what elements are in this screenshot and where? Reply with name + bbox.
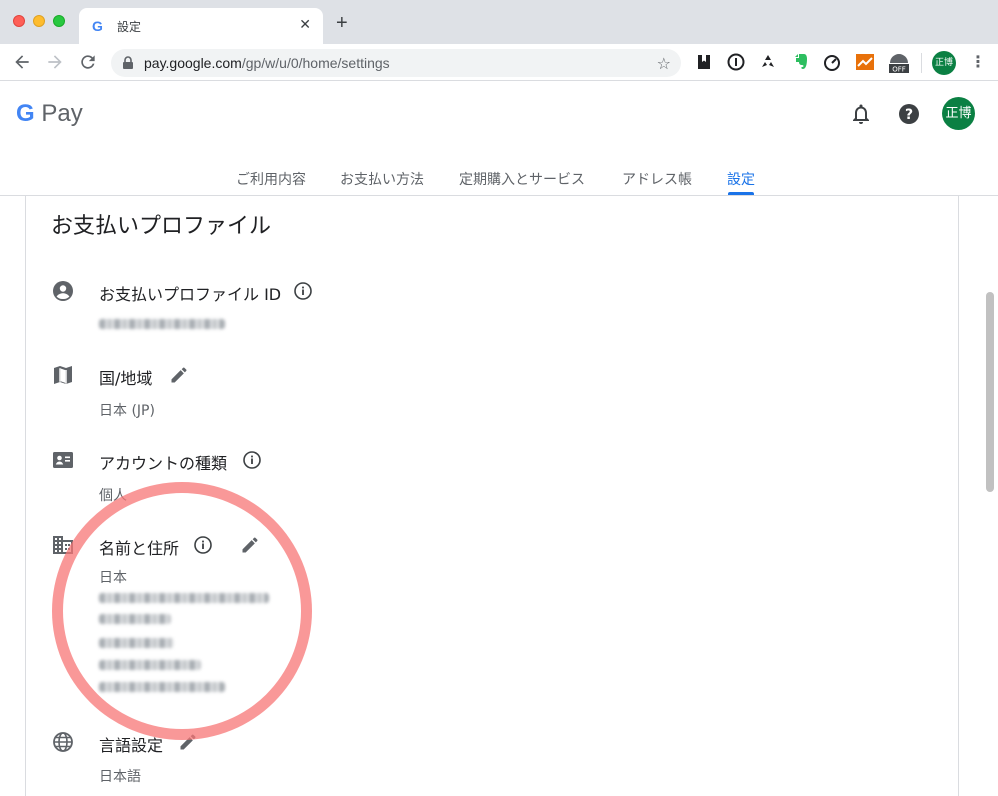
bookmark-extension-icon[interactable] [694, 52, 714, 72]
reload-icon[interactable] [78, 52, 98, 72]
chrome-profile-avatar[interactable]: 正博 [932, 51, 956, 75]
recycle-icon[interactable] [758, 52, 778, 72]
browser-tab[interactable]: G 設定 ✕ [79, 8, 323, 44]
tab-close-button[interactable]: ✕ [299, 17, 311, 33]
tab-title: 設定 [117, 20, 142, 34]
new-tab-button[interactable]: + [336, 13, 348, 33]
account-circle-icon [53, 281, 73, 301]
google-pay-logo[interactable]: G Pay [16, 100, 83, 128]
url-text: pay.google.com/gp/w/u/0/home/settings [144, 55, 390, 71]
forward-arrow-icon[interactable] [45, 52, 65, 72]
google-favicon-icon: G [92, 18, 103, 34]
bookmark-star-icon[interactable]: ☆ [657, 54, 671, 73]
active-tab-indicator [728, 192, 754, 195]
section-title: お支払いプロファイル [51, 214, 272, 239]
lock-icon [123, 56, 133, 69]
password-manager-icon[interactable] [726, 52, 746, 72]
window-close-button[interactable] [13, 15, 25, 27]
edit-pencil-icon[interactable] [169, 365, 189, 385]
account-type-label: アカウントの種類 [99, 454, 228, 473]
main-nav-tabs: ご利用内容 お支払い方法 定期購入とサービス アドレス帳 設定 [0, 166, 998, 196]
evernote-icon[interactable] [790, 52, 810, 72]
language-value: 日本語 [99, 769, 141, 785]
notifications-bell-icon[interactable] [849, 102, 873, 126]
country-label: 国/地域 [99, 369, 153, 388]
chrome-menu-icon[interactable]: ⋮ [970, 52, 986, 71]
back-arrow-icon[interactable] [12, 52, 32, 72]
toolbar-divider [921, 53, 922, 73]
country-value: 日本 (JP) [99, 403, 155, 419]
analytics-chart-icon[interactable] [855, 52, 875, 72]
svg-text:?: ? [905, 107, 913, 123]
speed-gauge-icon[interactable] [822, 52, 842, 72]
account-avatar[interactable]: 正博 [942, 97, 975, 130]
help-icon[interactable]: ? [897, 102, 921, 126]
profile-id-label: お支払いプロファイル ID [99, 285, 282, 304]
contact-card-icon [53, 452, 73, 468]
address-bar[interactable]: pay.google.com/gp/w/u/0/home/settings ☆ [111, 49, 681, 77]
tab-settings[interactable]: 設定 [727, 169, 755, 189]
tab-activity[interactable]: ご利用内容 [236, 169, 306, 189]
highlight-circle-annotation [52, 482, 312, 740]
tab-subscriptions-services[interactable]: 定期購入とサービス [459, 169, 585, 189]
tab-address-book[interactable]: アドレス帳 [622, 169, 692, 189]
globe-icon [53, 732, 73, 752]
info-icon[interactable] [242, 450, 262, 470]
tab-payment-methods[interactable]: お支払い方法 [340, 169, 424, 189]
profile-id-value-redacted [99, 319, 225, 329]
speed-off-icon[interactable]: OFF [887, 50, 911, 74]
browser-tab-strip: G 設定 ✕ + [0, 0, 998, 44]
info-icon[interactable] [293, 281, 313, 301]
map-icon [54, 366, 72, 384]
page-scrollbar[interactable] [986, 292, 994, 492]
browser-toolbar: pay.google.com/gp/w/u/0/home/settings ☆ … [0, 44, 998, 81]
svg-text:OFF: OFF [892, 66, 906, 74]
window-zoom-button[interactable] [53, 15, 65, 27]
window-minimize-button[interactable] [33, 15, 45, 27]
